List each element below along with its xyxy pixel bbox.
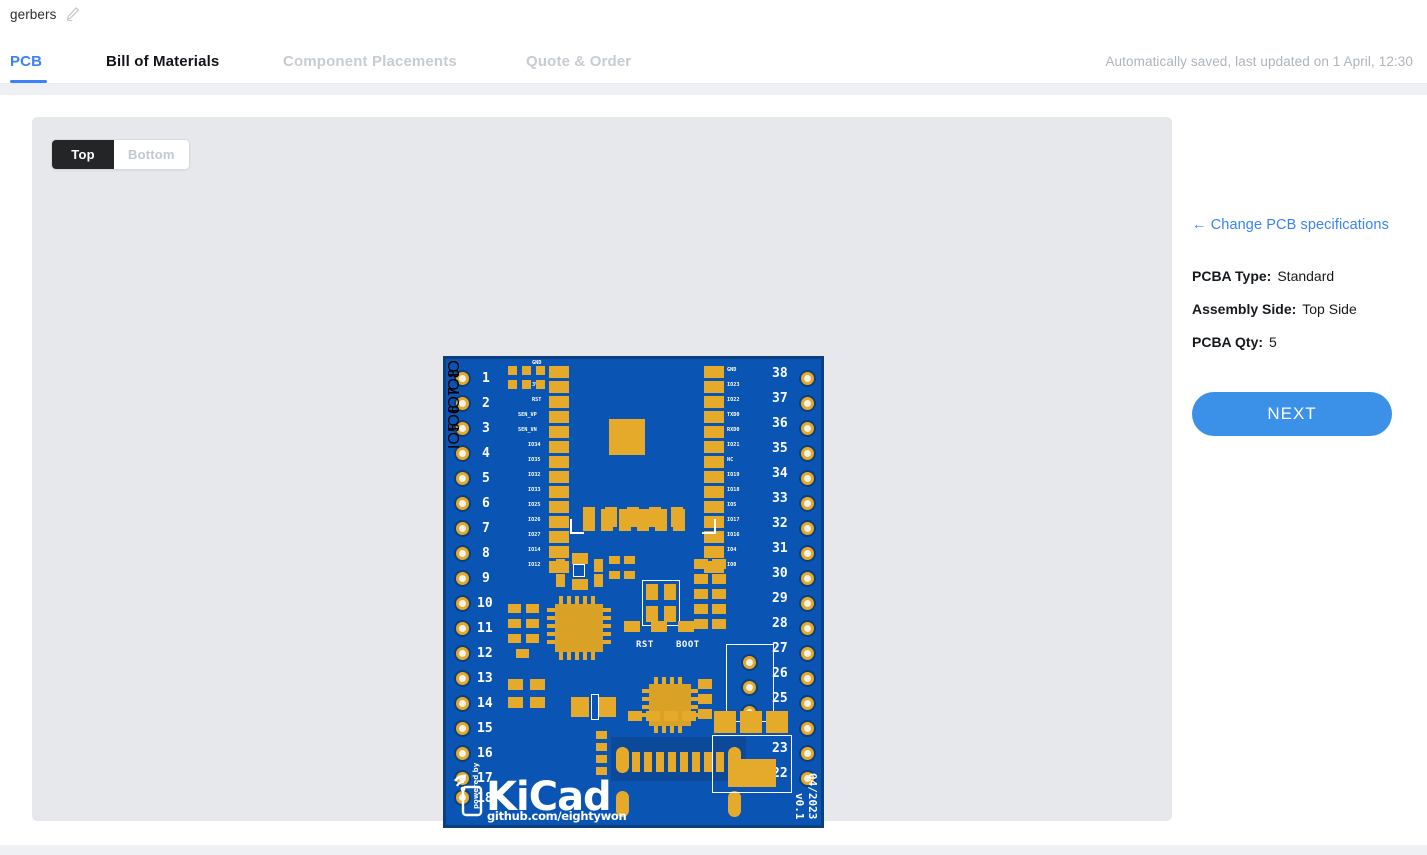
- pcb-board-render[interactable]: 1 2 3 4 5 6 7 8 9 10 11 12 13 14 15 16 1…: [443, 356, 824, 828]
- module-pin-label: SEN_VN: [518, 427, 537, 433]
- board-pin-number: 30: [772, 566, 788, 581]
- module-pin-label: IO14: [528, 547, 541, 553]
- module-pin-label: IO5: [727, 502, 737, 508]
- pencil-icon[interactable]: [65, 6, 81, 22]
- project-name: gerbers: [10, 6, 57, 22]
- module-pin-label: IO27: [528, 532, 541, 538]
- spec-value: Standard: [1277, 268, 1335, 284]
- board-side-bottom-button[interactable]: Bottom: [114, 140, 189, 169]
- board-pin-number: 14: [477, 696, 493, 711]
- module-pin-label: IO21: [727, 442, 740, 448]
- board-pin-number: 15: [477, 721, 493, 736]
- board-pin-number: 16: [477, 746, 493, 761]
- tab-quote-and-order[interactable]: Quote & Order: [526, 38, 631, 84]
- silk-date: 04/2023: [806, 772, 819, 819]
- spec-value: Top Side: [1302, 301, 1357, 317]
- board-pin-number: 11: [477, 621, 493, 636]
- board-pin-number: 34: [772, 466, 788, 481]
- silk-github-url: github.com/eightywon: [487, 809, 627, 823]
- module-pin-label: SEN_VP: [518, 412, 537, 418]
- board-pin-number: 32: [772, 516, 788, 531]
- spec-label: PCBA Type:: [1192, 268, 1272, 284]
- board-pin-number: 9: [482, 571, 490, 586]
- pcb-viewer-panel: Top Bottom 1 2 3 4 5 6 7 8 9 10 11 12 13…: [32, 117, 1172, 828]
- board-pin-number: 2: [482, 396, 490, 411]
- top-bar: gerbers PCB Bill of Materials Component …: [0, 0, 1427, 84]
- board-pin-number: 4: [482, 446, 490, 461]
- board-label-rst: RST: [636, 640, 654, 650]
- tab-component-placements[interactable]: Component Placements: [283, 38, 457, 84]
- board-pin-number: 10: [477, 596, 493, 611]
- board-pin-number: 6: [482, 496, 490, 511]
- pcb-board-graphic: 1 2 3 4 5 6 7 8 9 10 11 12 13 14 15 16 1…: [443, 356, 824, 828]
- spec-row-pcba-type: PCBA Type: Standard: [1192, 268, 1407, 284]
- silk-powered-by: powered by: [472, 762, 480, 809]
- board-pin-number: 36: [772, 416, 788, 431]
- board-pin-number: 31: [772, 541, 788, 556]
- board-pin-number: 33: [772, 491, 788, 506]
- project-name-row: gerbers: [10, 6, 81, 22]
- module-pin-label: IO22: [727, 397, 740, 403]
- module-pin-label: IO32: [528, 472, 541, 478]
- module-pin-label: RXD0: [727, 427, 740, 433]
- module-pin-label: GND: [727, 367, 737, 373]
- module-pin-label: IO18: [727, 487, 740, 493]
- module-pin-label: IO16: [727, 532, 740, 538]
- next-button[interactable]: NEXT: [1192, 392, 1392, 436]
- module-pin-label: IO33: [528, 487, 541, 493]
- board-label-boot: BOOT: [676, 640, 700, 650]
- spec-row-pcba-qty: PCBA Qty: 5: [1192, 334, 1407, 350]
- board-pin-number: 13: [477, 671, 493, 686]
- board-pin-number: 1: [482, 371, 490, 386]
- board-side-top-button[interactable]: Top: [52, 140, 114, 169]
- board-pin-number: 3: [482, 421, 490, 436]
- module-pin-label: IO35: [528, 457, 541, 463]
- module-antenna-pad: [609, 419, 645, 455]
- tab-pcb[interactable]: PCB: [10, 38, 42, 84]
- module-pin-label: IO23: [727, 382, 740, 388]
- module-pin-label: IO19: [727, 472, 740, 478]
- module-pin-label: IO26: [528, 517, 541, 523]
- board-pin-number: 27: [772, 641, 788, 656]
- board-pin-number: 37: [772, 391, 788, 406]
- module-pin-label: IO5: [446, 423, 463, 449]
- module-pin-label: TXD0: [727, 412, 740, 418]
- spec-label: PCBA Qty:: [1192, 334, 1264, 350]
- board-pin-number: 26: [772, 666, 788, 681]
- silk-revision: v0.1: [793, 792, 806, 820]
- module-pin-label: IO34: [528, 442, 541, 448]
- spec-value: 5: [1269, 334, 1277, 350]
- spec-label: Assembly Side:: [1192, 301, 1297, 317]
- module-pin-label: IO17: [727, 517, 740, 523]
- board-pin-number: 8: [482, 546, 490, 561]
- module-pin-label: NC: [727, 457, 734, 463]
- board-pin-number: 29: [772, 591, 788, 606]
- board-pin-number: 5: [482, 471, 490, 486]
- spec-row-assembly-side: Assembly Side: Top Side: [1192, 301, 1407, 317]
- board-pin-number: 25: [772, 691, 788, 706]
- board-pin-number: 12: [477, 646, 493, 661]
- content-area: Top Bottom 1 2 3 4 5 6 7 8 9 10 11 12 13…: [0, 84, 1427, 855]
- board-pin-number: 38: [772, 366, 788, 381]
- board-pin-number: 7: [482, 521, 490, 536]
- module-pin-label: IO25: [528, 502, 541, 508]
- module-pin-label: IO0: [727, 562, 737, 568]
- board-pin-number: 28: [772, 616, 788, 631]
- pcb-assembly-app: gerbers PCB Bill of Materials Component …: [0, 0, 1427, 855]
- module-pin-label: IO12: [528, 562, 541, 568]
- specs-panel: ← Change PCB specifications PCBA Type: St…: [1192, 117, 1407, 436]
- module-pin-label: RST: [532, 397, 542, 403]
- module-pin-label: IO4: [727, 547, 737, 553]
- change-pcb-specifications-link[interactable]: ← Change PCB specifications: [1192, 217, 1407, 233]
- tab-bill-of-materials[interactable]: Bill of Materials: [106, 38, 219, 84]
- board-side-toggle: Top Bottom: [51, 139, 190, 170]
- board-pin-number: 35: [772, 441, 788, 456]
- content-surface: Top Bottom 1 2 3 4 5 6 7 8 9 10 11 12 13…: [0, 95, 1427, 845]
- autosave-status: Automatically saved, last updated on 1 A…: [1105, 53, 1413, 69]
